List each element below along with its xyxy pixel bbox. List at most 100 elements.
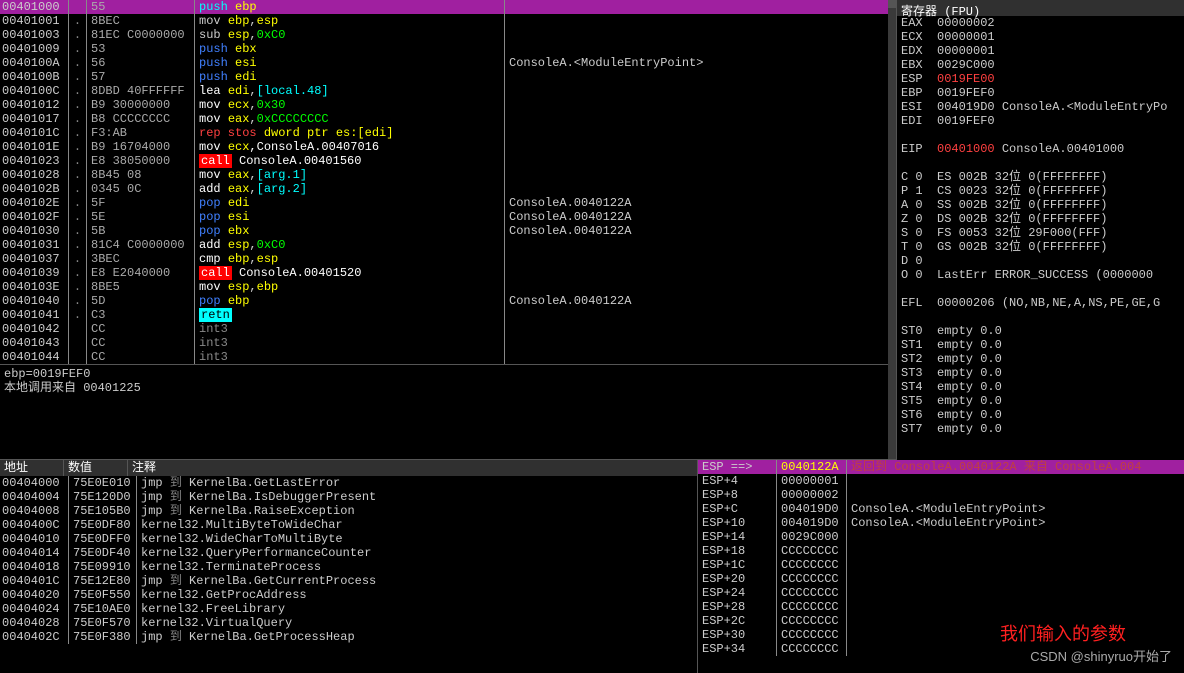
asm-cell: int3: [194, 350, 504, 364]
register-line[interactable]: ST5 empty 0.0: [897, 394, 1184, 408]
asm-cell: rep stos dword ptr es:[edi]: [194, 126, 504, 140]
disasm-row[interactable]: 00401037.3BECcmp ebp,esp: [0, 252, 896, 266]
disasm-row[interactable]: 0040103E.8BE5mov esp,ebp: [0, 280, 896, 294]
stack-row[interactable]: ESP+140029C000: [698, 530, 1184, 544]
register-line[interactable]: D 0: [897, 254, 1184, 268]
dump-addr: 00404014: [0, 546, 68, 560]
register-line[interactable]: ST4 empty 0.0: [897, 380, 1184, 394]
stack-row[interactable]: ESP+1CCCCCCCCC: [698, 558, 1184, 572]
stack-row[interactable]: ESP+400000001: [698, 474, 1184, 488]
disasm-row[interactable]: 00401001.8BECmov ebp,esp: [0, 14, 896, 28]
dump-value: 75E0E010: [68, 476, 136, 490]
disasm-row[interactable]: 00401039.E8 E2040000call ConsoleA.004015…: [0, 266, 896, 280]
disasm-row[interactable]: 0040102F.5Epop esiConsoleA.0040122A: [0, 210, 896, 224]
disasm-row[interactable]: 00401042CCint3: [0, 322, 896, 336]
stack-comment: ConsoleA.<ModuleEntryPoint>: [846, 502, 1184, 516]
addr-cell: 00401044: [0, 350, 68, 364]
mark-cell: .: [68, 154, 86, 168]
disasm-row[interactable]: 00401044CCint3: [0, 350, 896, 364]
register-line[interactable]: [897, 310, 1184, 324]
stack-row[interactable]: ESP+24CCCCCCCC: [698, 586, 1184, 600]
disasm-row[interactable]: 00401040.5Dpop ebpConsoleA.0040122A: [0, 294, 896, 308]
stack-row[interactable]: ESP+10004019D0ConsoleA.<ModuleEntryPoint…: [698, 516, 1184, 530]
register-line[interactable]: ESI 004019D0 ConsoleA.<ModuleEntryPo: [897, 100, 1184, 114]
register-line[interactable]: Z 0 DS 002B 32位 0(FFFFFFFF): [897, 212, 1184, 226]
disasm-row[interactable]: 00401003.81EC C0000000sub esp,0xC0: [0, 28, 896, 42]
disasm-row[interactable]: 00401017.B8 CCCCCCCCmov eax,0xCCCCCCCC: [0, 112, 896, 126]
disasm-row[interactable]: 00401031.81C4 C0000000add esp,0xC0: [0, 238, 896, 252]
cpu-disassembly-pane[interactable]: 0040100055push ebp00401001.8BECmov ebp,e…: [0, 0, 897, 460]
disasm-row[interactable]: 00401043CCint3: [0, 336, 896, 350]
register-line[interactable]: [897, 128, 1184, 142]
register-line[interactable]: ST2 empty 0.0: [897, 352, 1184, 366]
stack-comment: [846, 558, 1184, 572]
disasm-row[interactable]: 0040101E.B9 16704000mov ecx,ConsoleA.004…: [0, 140, 896, 154]
register-line[interactable]: A 0 SS 002B 32位 0(FFFFFFFF): [897, 198, 1184, 212]
disasm-row[interactable]: 00401009.53push ebx: [0, 42, 896, 56]
register-line[interactable]: ECX 00000001: [897, 30, 1184, 44]
disasm-row[interactable]: 00401030.5Bpop ebxConsoleA.0040122A: [0, 224, 896, 238]
addr-cell: 0040102E: [0, 196, 68, 210]
stack-row[interactable]: ESP+2CCCCCCCCC: [698, 614, 1184, 628]
disasm-row[interactable]: 00401041.C3retn: [0, 308, 896, 322]
register-line[interactable]: EFL 00000206 (NO,NB,NE,A,NS,PE,GE,G: [897, 296, 1184, 310]
disasm-row[interactable]: 0040100055push ebp: [0, 0, 896, 14]
register-line[interactable]: EBX 0029C000: [897, 58, 1184, 72]
mark-cell: .: [68, 266, 86, 280]
dump-addr: 0040400C: [0, 518, 68, 532]
comment-cell: ConsoleA.0040122A: [504, 210, 896, 224]
hex-cell: 56: [86, 56, 194, 70]
stack-row[interactable]: ESP+20CCCCCCCC: [698, 572, 1184, 586]
register-line[interactable]: P 1 CS 0023 32位 0(FFFFFFFF): [897, 184, 1184, 198]
register-line[interactable]: C 0 ES 002B 32位 0(FFFFFFFF): [897, 170, 1184, 184]
stack-value: CCCCCCCC: [776, 544, 846, 558]
register-line[interactable]: ST1 empty 0.0: [897, 338, 1184, 352]
hex-cell: B9 16704000: [86, 140, 194, 154]
disasm-row[interactable]: 0040102B.0345 0Cadd eax,[arg.2]: [0, 182, 896, 196]
register-line[interactable]: T 0 GS 002B 32位 0(FFFFFFFF): [897, 240, 1184, 254]
register-line[interactable]: S 0 FS 0053 32位 29F000(FFF): [897, 226, 1184, 240]
stack-value: CCCCCCCC: [776, 614, 846, 628]
stack-pane[interactable]: ESP ==> 0040122A 返回到 ConsoleA.0040122A 来…: [697, 460, 1184, 673]
disasm-row[interactable]: 0040102E.5Fpop ediConsoleA.0040122A: [0, 196, 896, 210]
register-line[interactable]: EAX 00000002: [897, 16, 1184, 30]
disasm-row[interactable]: 00401023.E8 38050000call ConsoleA.004015…: [0, 154, 896, 168]
comment-cell: ConsoleA.0040122A: [504, 196, 896, 210]
stack-row[interactable]: ESP+C004019D0ConsoleA.<ModuleEntryPoint>: [698, 502, 1184, 516]
register-line[interactable]: EBP 0019FEF0: [897, 86, 1184, 100]
scrollbar[interactable]: [888, 0, 896, 459]
dump-addr: 00404024: [0, 602, 68, 616]
stack-offset: ESP+30: [698, 628, 776, 642]
stack-comment: [846, 586, 1184, 600]
register-line[interactable]: [897, 282, 1184, 296]
stack-row[interactable]: ESP+28CCCCCCCC: [698, 600, 1184, 614]
register-line[interactable]: EIP 00401000 ConsoleA.00401000: [897, 142, 1184, 156]
asm-cell: mov ebp,esp: [194, 14, 504, 28]
disasm-row[interactable]: 00401028.8B45 08mov eax,[arg.1]: [0, 168, 896, 182]
disasm-row[interactable]: 0040100C.8DBD 40FFFFFFlea edi,[local.48]: [0, 84, 896, 98]
register-line[interactable]: ST0 empty 0.0: [897, 324, 1184, 338]
register-line[interactable]: [897, 156, 1184, 170]
disasm-row[interactable]: 00401012.B9 30000000mov ecx,0x30: [0, 98, 896, 112]
asm-cell: call ConsoleA.00401520: [194, 266, 504, 280]
disasm-row[interactable]: 0040100A.56push esiConsoleA.<ModuleEntry…: [0, 56, 896, 70]
stack-row[interactable]: ESP+800000002: [698, 488, 1184, 502]
stack-row[interactable]: ESP+18CCCCCCCC: [698, 544, 1184, 558]
hex-cell: C3: [86, 308, 194, 322]
hex-cell: 5B: [86, 224, 194, 238]
disasm-row[interactable]: 0040101C.F3:ABrep stos dword ptr es:[edi…: [0, 126, 896, 140]
register-line[interactable]: ST6 empty 0.0: [897, 408, 1184, 422]
register-line[interactable]: ESP 0019FE00: [897, 72, 1184, 86]
register-line[interactable]: ST7 empty 0.0: [897, 422, 1184, 436]
stack-row[interactable]: ESP+30CCCCCCCC: [698, 628, 1184, 642]
register-line[interactable]: EDI 0019FEF0: [897, 114, 1184, 128]
mark-cell: .: [68, 182, 86, 196]
stack-header-row[interactable]: ESP ==> 0040122A 返回到 ConsoleA.0040122A 来…: [698, 460, 1184, 474]
disasm-row[interactable]: 0040100B.57push edi: [0, 70, 896, 84]
register-line[interactable]: ST3 empty 0.0: [897, 366, 1184, 380]
dump-value: 75E0F570: [68, 616, 136, 630]
asm-cell: call ConsoleA.00401560: [194, 154, 504, 168]
register-line[interactable]: EDX 00000001: [897, 44, 1184, 58]
stack-value: CCCCCCCC: [776, 572, 846, 586]
register-line[interactable]: O 0 LastErr ERROR_SUCCESS (0000000: [897, 268, 1184, 282]
